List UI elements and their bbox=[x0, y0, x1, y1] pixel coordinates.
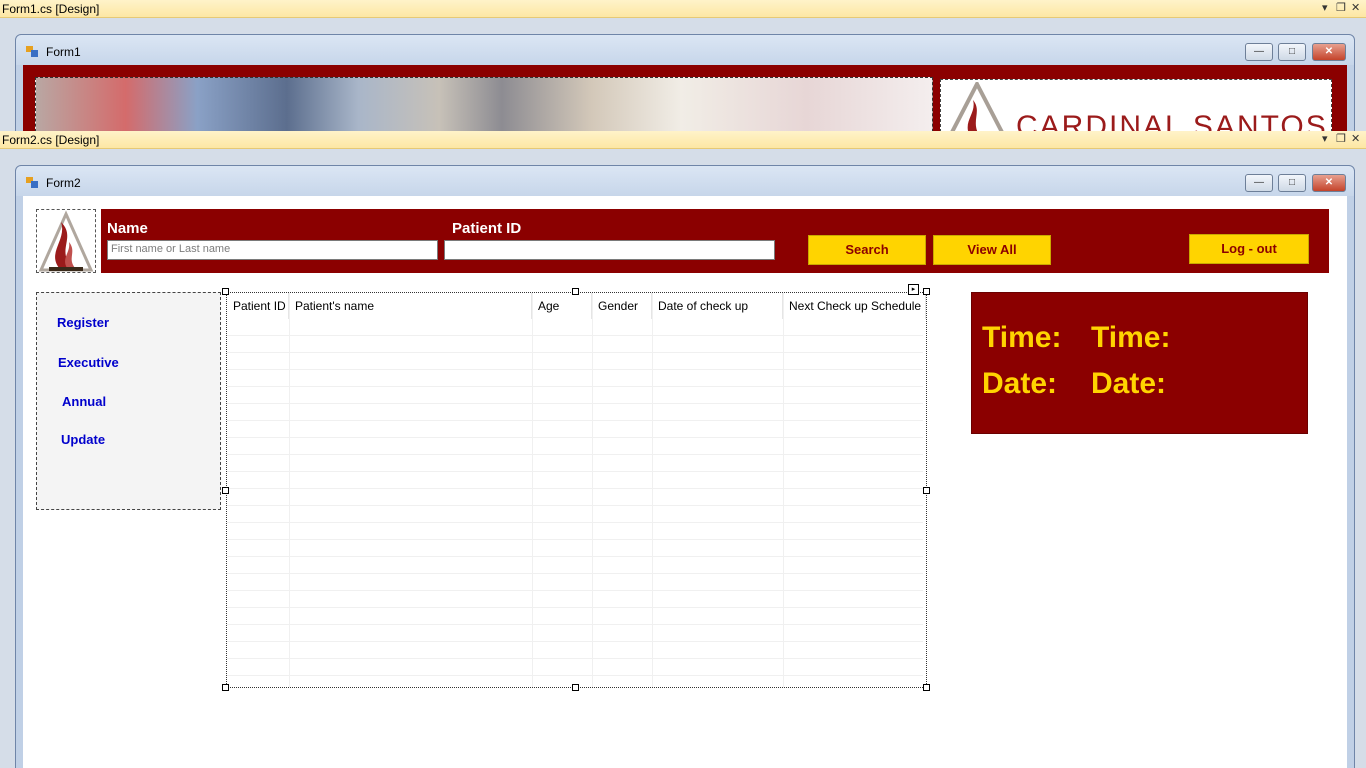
tab-close-icon[interactable]: ✕ bbox=[1351, 132, 1360, 145]
grid-column-line bbox=[592, 293, 593, 687]
resize-handle[interactable] bbox=[572, 288, 579, 295]
grid-row-line bbox=[227, 556, 923, 557]
resize-handle[interactable] bbox=[222, 684, 229, 691]
sidebar-item-update[interactable]: Update bbox=[61, 432, 105, 447]
minimize-button[interactable]: — bbox=[1245, 174, 1273, 192]
date-label: Date: bbox=[982, 367, 1058, 400]
form2-title: Form2 bbox=[46, 176, 81, 190]
column-header-age[interactable]: Age bbox=[532, 293, 592, 319]
grid-row-line bbox=[227, 675, 923, 676]
column-header-patient-id[interactable]: Patient ID bbox=[227, 293, 289, 319]
resize-handle[interactable] bbox=[222, 288, 229, 295]
flame-logo-icon bbox=[950, 82, 1004, 131]
grid-row-line bbox=[227, 624, 923, 625]
grid-column-line bbox=[532, 293, 533, 687]
resize-handle[interactable] bbox=[923, 288, 930, 295]
grid-column-line bbox=[783, 293, 784, 687]
patients-data-grid[interactable]: Patient ID Patient's name Age Gender Dat… bbox=[226, 292, 927, 688]
resize-handle[interactable] bbox=[222, 487, 229, 494]
column-header-gender[interactable]: Gender bbox=[592, 293, 652, 319]
grid-row-line bbox=[227, 420, 923, 421]
flame-logo-icon bbox=[38, 210, 94, 272]
time-value: Time: bbox=[1091, 321, 1171, 354]
name-label: Name bbox=[107, 220, 148, 237]
column-header-patient-name[interactable]: Patient's name bbox=[289, 293, 532, 319]
close-button[interactable]: ✕ bbox=[1312, 43, 1346, 61]
date-value: Date: bbox=[1091, 367, 1167, 400]
grid-row-line bbox=[227, 471, 923, 472]
time-date-panel: Time: Time: Date: Date: bbox=[971, 292, 1308, 434]
patient-id-input[interactable] bbox=[444, 240, 775, 260]
grid-row-line bbox=[227, 658, 923, 659]
grid-row-line bbox=[227, 352, 923, 353]
maximize-button[interactable]: □ bbox=[1278, 43, 1306, 61]
sidebar-panel: Register Executive Annual Update bbox=[36, 292, 221, 510]
patient-id-label: Patient ID bbox=[452, 220, 522, 237]
resize-handle[interactable] bbox=[923, 487, 930, 494]
grid-column-line bbox=[289, 293, 290, 687]
grid-row-line bbox=[227, 641, 923, 642]
form1-document-tab[interactable]: Form1.cs [Design] ▾ ❐ ✕ bbox=[0, 0, 1366, 18]
grid-row-line bbox=[227, 437, 923, 438]
grid-row-line bbox=[227, 522, 923, 523]
grid-row-line bbox=[227, 607, 923, 608]
resize-handle[interactable] bbox=[923, 684, 930, 691]
grid-row-line bbox=[227, 386, 923, 387]
hospital-logo: CARDINAL SANTOS bbox=[940, 79, 1332, 131]
form1-design-surface: Form1 — □ ✕ CARDINAL SANTOS bbox=[0, 18, 1366, 131]
search-header-bar: Name First name or Last name Patient ID … bbox=[101, 209, 1329, 273]
form2-client: Name First name or Last name Patient ID … bbox=[23, 196, 1347, 768]
grid-row-line bbox=[227, 403, 923, 404]
logout-button[interactable]: Log - out bbox=[1189, 234, 1309, 264]
tab-close-icon[interactable]: ✕ bbox=[1351, 1, 1360, 14]
form-icon bbox=[26, 177, 38, 188]
form-icon bbox=[26, 46, 38, 57]
tab-restore-icon[interactable]: ❐ bbox=[1336, 1, 1346, 14]
form1-banner: CARDINAL SANTOS bbox=[23, 65, 1347, 131]
form1-title: Form1 bbox=[46, 45, 81, 59]
form2-design-surface: Form2 — □ ✕ Name First name or Last name… bbox=[0, 149, 1366, 768]
column-header-date-of-check-up[interactable]: Date of check up bbox=[652, 293, 783, 319]
grid-header: Patient ID Patient's name Age Gender Dat… bbox=[227, 293, 926, 319]
form2-tab-title: Form2.cs [Design] bbox=[2, 133, 100, 147]
grid-row-line bbox=[227, 454, 923, 455]
banner-photo bbox=[35, 77, 933, 131]
grid-row-line bbox=[227, 335, 923, 336]
grid-row-line bbox=[227, 505, 923, 506]
maximize-button[interactable]: □ bbox=[1278, 174, 1306, 192]
form2-window[interactable]: Form2 — □ ✕ Name First name or Last name… bbox=[15, 165, 1355, 768]
time-label: Time: bbox=[982, 321, 1062, 354]
tab-dropdown-icon[interactable]: ▾ bbox=[1322, 1, 1328, 14]
grid-column-line bbox=[652, 293, 653, 687]
sidebar-item-annual[interactable]: Annual bbox=[62, 394, 106, 409]
form1-window[interactable]: Form1 — □ ✕ CARDINAL SANTOS bbox=[15, 34, 1355, 131]
minimize-button[interactable]: — bbox=[1245, 43, 1273, 61]
name-search-input[interactable]: First name or Last name bbox=[107, 240, 438, 260]
grid-row-line bbox=[227, 590, 923, 591]
sidebar-item-register[interactable]: Register bbox=[57, 315, 109, 330]
grid-row-line bbox=[227, 573, 923, 574]
form2-document-tab[interactable]: Form2.cs [Design] ▾ ❐ ✕ bbox=[0, 131, 1366, 149]
view-all-button[interactable]: View All bbox=[933, 235, 1051, 265]
form1-client: CARDINAL SANTOS bbox=[23, 65, 1347, 131]
tab-restore-icon[interactable]: ❐ bbox=[1336, 132, 1346, 145]
grid-row-line bbox=[227, 488, 923, 489]
sidebar-item-executive[interactable]: Executive bbox=[58, 355, 119, 370]
tab-dropdown-icon[interactable]: ▾ bbox=[1322, 132, 1328, 145]
resize-handle[interactable] bbox=[572, 684, 579, 691]
close-button[interactable]: ✕ bbox=[1312, 174, 1346, 192]
form1-tab-title: Form1.cs [Design] bbox=[2, 2, 100, 16]
brand-name: CARDINAL SANTOS bbox=[1016, 110, 1328, 131]
search-button[interactable]: Search bbox=[808, 235, 926, 265]
column-header-next-check-up[interactable]: Next Check up Schedule bbox=[783, 293, 926, 319]
grid-row-line bbox=[227, 539, 923, 540]
grid-row-line bbox=[227, 369, 923, 370]
logo-picturebox[interactable] bbox=[36, 209, 96, 273]
smart-tag-arrow-icon[interactable]: ▸ bbox=[908, 284, 919, 295]
